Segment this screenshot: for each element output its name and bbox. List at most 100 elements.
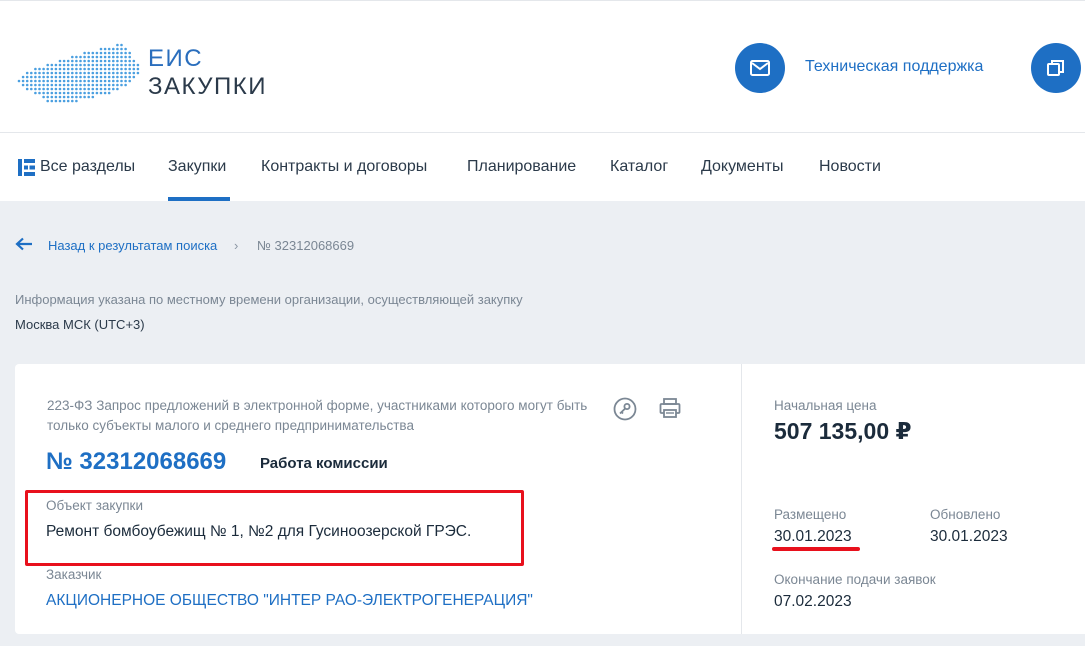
logo-dot (107, 47, 111, 51)
logo-dot (75, 67, 78, 71)
logo-dot (120, 67, 123, 71)
logo-dot (54, 91, 58, 95)
logo-dot (136, 71, 140, 75)
logo-dot (107, 75, 111, 79)
logo-dot (128, 59, 131, 63)
procurement-number[interactable]: № 32312068669 (46, 448, 226, 476)
print-icon[interactable] (659, 397, 681, 419)
nav-planning[interactable]: Планирование (467, 158, 576, 176)
logo-dot (34, 87, 37, 91)
logo-dot (99, 87, 103, 91)
logo-dot (62, 71, 66, 75)
logo-dot (120, 47, 123, 51)
logo-dot (83, 63, 86, 67)
logo-dot (50, 67, 54, 71)
logo-dot (95, 51, 99, 55)
logo-dot (75, 95, 78, 99)
logo-dot (112, 59, 115, 63)
logo-dot (38, 91, 41, 95)
back-to-results-link[interactable]: Назад к результатам поиска (48, 238, 217, 253)
logo-dot (120, 75, 123, 79)
customer-link[interactable]: АКЦИОНЕРНОЕ ОБЩЕСТВО "ИНТЕР РАО-ЭЛЕКТРОГ… (46, 592, 533, 610)
logo-dot (116, 87, 119, 91)
logo-dot (62, 67, 66, 71)
logo-dot (91, 59, 95, 63)
support-button[interactable] (735, 43, 785, 93)
logo-dot (62, 75, 66, 79)
logo-dot (54, 83, 58, 87)
nav-news[interactable]: Новости (819, 158, 881, 176)
logo-dot (50, 63, 54, 67)
logo-dot (83, 71, 86, 75)
logo-dot (103, 63, 107, 67)
logo-dot (112, 83, 115, 87)
logo-dot (25, 87, 29, 91)
logo-dot (58, 59, 62, 63)
logo-dot (62, 87, 66, 91)
nav-all-sections[interactable]: Все разделы (40, 158, 135, 176)
logo-dot (107, 71, 111, 75)
updated-value: 30.01.2023 (930, 528, 1008, 545)
key-icon[interactable] (613, 397, 637, 421)
back-arrow-icon[interactable] (15, 237, 33, 251)
nav-documents[interactable]: Документы (701, 158, 783, 176)
logo-dot (87, 63, 90, 67)
nav-catalog[interactable]: Каталог (610, 158, 668, 176)
logo-dot (58, 99, 62, 103)
eis-logo[interactable]: ЕИС ЗАКУПКИ (16, 41, 268, 105)
logo-dot (87, 91, 90, 95)
logo-dot (103, 67, 107, 71)
logo-dot (30, 87, 33, 91)
site-header: ЕИС ЗАКУПКИ Техническая поддержка (0, 0, 1085, 133)
breadcrumb-separator: › (234, 238, 239, 253)
logo-dot (66, 75, 70, 79)
nav-contracts[interactable]: Контракты и договоры (261, 158, 427, 176)
support-link[interactable]: Техническая поддержка (805, 58, 983, 76)
logo-dot (132, 75, 136, 79)
logo-dot (103, 79, 107, 83)
logo-dot (87, 55, 90, 59)
logo-dot (116, 79, 119, 83)
logo-dot (83, 79, 86, 83)
logo-dot (62, 79, 66, 83)
nav-purchases[interactable]: Закупки (168, 158, 226, 176)
logo-dot (91, 79, 95, 83)
windows-button[interactable] (1031, 43, 1081, 93)
logo-dot (66, 91, 70, 95)
logo-dot (79, 87, 82, 91)
logo-dot (112, 63, 115, 67)
logo-dot (95, 59, 99, 63)
logo-dot (50, 71, 54, 75)
logo-dot (75, 83, 78, 87)
logo-dot (95, 75, 99, 79)
sections-icon[interactable] (18, 159, 35, 176)
logo-dot (95, 67, 99, 71)
logo-dot (79, 67, 82, 71)
logo-dot (95, 63, 99, 67)
logo-dot (116, 63, 119, 67)
logo-dot (75, 59, 78, 63)
logo-dot (83, 67, 86, 71)
logo-dot (120, 59, 123, 63)
logo-dot (75, 75, 78, 79)
logo-dot (54, 79, 58, 83)
logo-dot (42, 91, 45, 95)
logo-dot (124, 59, 127, 63)
deadline-label: Окончание подачи заявок (774, 572, 936, 587)
logo-dot (58, 83, 62, 87)
logo-dot (25, 83, 29, 87)
logo-dot (75, 99, 78, 103)
logo-dot (50, 83, 54, 87)
logo-dot (38, 83, 41, 87)
logo-dot (83, 51, 86, 55)
logo-dot (120, 79, 123, 83)
logo-dot (46, 95, 49, 99)
deadline-value: 07.02.2023 (774, 593, 852, 610)
posted-label: Размещено (774, 507, 847, 522)
logo-dot (42, 83, 45, 87)
logo-dot (99, 67, 103, 71)
logo-dot (79, 63, 82, 67)
logo-dot (25, 79, 29, 83)
logo-dot (112, 67, 115, 71)
updated-label: Обновлено (930, 507, 1001, 522)
